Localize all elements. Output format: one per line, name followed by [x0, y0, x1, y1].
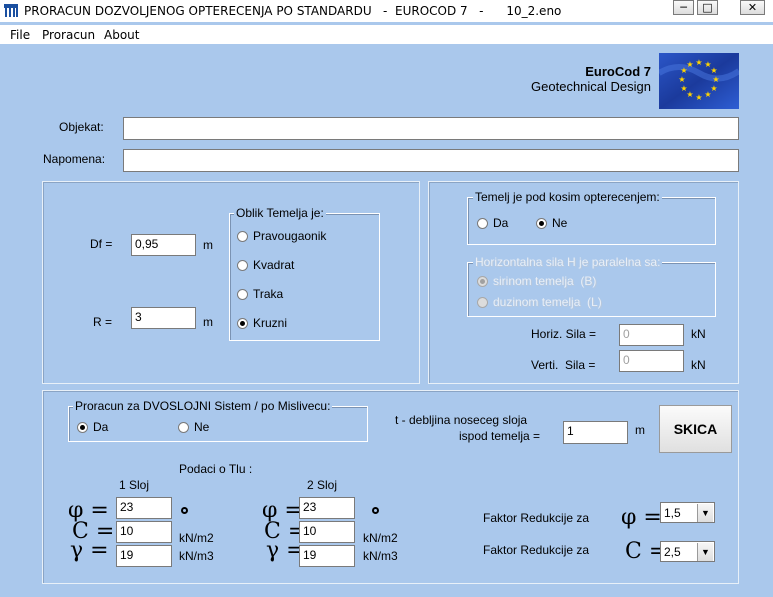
brand-title: EuroCod 7 — [585, 64, 651, 79]
vsila-label: Verti. Sila = — [531, 358, 596, 372]
title-bar: PRORACUN DOZVOLJENOG OPTERECENJA PO STAN… — [0, 0, 773, 22]
napomena-label: Napomena: — [43, 152, 106, 166]
svg-text:★: ★ — [712, 75, 719, 84]
dvosloj-radio-da[interactable] — [77, 422, 88, 433]
sloj1-gamma-input[interactable]: 19 — [116, 545, 172, 567]
r-input[interactable]: 3 — [131, 307, 196, 329]
faktor-c-select[interactable]: 2,5 ▼ — [660, 541, 715, 562]
sloj2-title: 2 Sloj — [307, 478, 338, 492]
vsila-input[interactable]: 0 — [619, 350, 684, 372]
horiz-radio-duzina[interactable] — [477, 297, 488, 308]
svg-text:★: ★ — [704, 90, 711, 99]
t-unit: m — [635, 423, 645, 437]
oblik-radio-kvadrat[interactable] — [237, 260, 248, 271]
svg-text:★: ★ — [678, 75, 685, 84]
skica-button[interactable]: SKICA — [659, 405, 732, 453]
window-title: PRORACUN DOZVOLJENOG OPTERECENJA PO STAN… — [24, 4, 562, 18]
t-input[interactable]: 1 — [563, 421, 628, 444]
svg-text:★: ★ — [695, 93, 702, 102]
faktor-phi-symbol: φ = — [621, 505, 662, 530]
application-window: PRORACUN DOZVOLJENOG OPTERECENJA PO STAN… — [0, 0, 773, 597]
app-icon — [4, 4, 18, 17]
vsila-unit: kN — [691, 358, 706, 372]
sloj1-c-input[interactable]: 10 — [116, 521, 172, 543]
svg-text:★: ★ — [686, 60, 693, 69]
menu-proracun[interactable]: Proracun — [42, 28, 95, 42]
chevron-down-icon[interactable]: ▼ — [697, 504, 713, 522]
brand-subtitle: Geotechnical Design — [531, 79, 651, 94]
df-input[interactable]: 0,95 — [131, 234, 196, 256]
eu-flag-logo: ★ ★★ ★★★ ★★★ ★★★ — [659, 53, 739, 109]
df-unit: m — [203, 238, 213, 252]
sloj1-title: 1 Sloj — [119, 478, 150, 492]
hsila-unit: kN — [691, 327, 706, 341]
sloj1-c-unit: kN/m2 — [179, 531, 214, 545]
sloj2-degree-icon — [372, 507, 379, 514]
faktor-c-value: 2,5 — [664, 545, 681, 559]
sloj2-c-input[interactable]: 10 — [299, 521, 355, 543]
minimize-button[interactable]: ─ — [673, 0, 694, 15]
kosi-caption: Temelj je pod kosim opterecenjem: — [473, 190, 662, 204]
dvosloj-radio-ne[interactable] — [178, 422, 189, 433]
oblik-label-kvadrat: Kvadrat — [253, 258, 295, 272]
r-unit: m — [203, 315, 213, 329]
oblik-radio-pravougaonik[interactable] — [237, 231, 248, 242]
sloj2-gamma-input[interactable]: 19 — [299, 545, 355, 567]
sloj2-phi-input[interactable]: 23 — [299, 497, 355, 519]
horiz-label-sirina: sirinom temelja (B) — [493, 274, 597, 288]
oblik-radio-traka[interactable] — [237, 289, 248, 300]
objekat-label: Objekat: — [59, 120, 104, 134]
napomena-input[interactable] — [123, 149, 739, 172]
sloj2-gamma-unit: kN/m3 — [363, 549, 398, 563]
oblik-label-traka: Traka — [253, 287, 284, 301]
objekat-input[interactable] — [123, 117, 739, 140]
menu-bar: File Proracun About — [0, 25, 773, 44]
brand-block: EuroCod 7 Geotechnical Design — [500, 64, 651, 94]
podaci-o-tlu-label: Podaci o Tlu : — [179, 462, 253, 476]
hsila-input[interactable]: 0 — [619, 324, 684, 346]
sloj1-degree-icon — [181, 507, 188, 514]
kosi-label-da: Da — [493, 216, 509, 230]
df-label: Df = — [90, 237, 113, 251]
kosi-radio-ne[interactable] — [536, 218, 547, 229]
r-label: R = — [93, 315, 113, 329]
kosi-label-ne: Ne — [552, 216, 568, 230]
sloj1-gamma-unit: kN/m3 — [179, 549, 214, 563]
svg-text:★: ★ — [710, 66, 717, 75]
dvosloj-label-ne: Ne — [194, 420, 210, 434]
horiz-label-duzina: duzinom temelja (L) — [493, 295, 602, 309]
close-button[interactable]: ✕ — [740, 0, 765, 15]
faktor-c-label: Faktor Redukcije za — [483, 543, 590, 557]
oblik-label-kruzni: Kruzni — [253, 316, 288, 330]
dvosloj-caption: Proracun za DVOSLOJNI Sistem / po Misliv… — [73, 399, 333, 413]
chevron-down-icon[interactable]: ▼ — [697, 543, 713, 561]
horizontal-force-caption: Horizontalna sila H je paralelna sa: — [473, 255, 663, 269]
oblik-radio-kruzni[interactable] — [237, 318, 248, 329]
hsila-label: Horiz. Sila = — [531, 327, 597, 341]
maximize-button[interactable]: □ — [697, 0, 718, 15]
t-label-line1: t - debljina noseceg sloja — [395, 413, 528, 427]
faktor-phi-value: 1,5 — [664, 506, 681, 520]
faktor-phi-label: Faktor Redukcije za — [483, 511, 590, 525]
menu-about[interactable]: About — [104, 28, 139, 42]
t-label-line2: ispod temelja = — [459, 429, 541, 443]
oblik-temelja-caption: Oblik Temelja je: — [234, 206, 326, 220]
svg-text:★: ★ — [680, 84, 687, 93]
oblik-label-pravougaonik: Pravougaonik — [253, 229, 327, 243]
svg-text:★: ★ — [695, 58, 702, 67]
kosi-radio-da[interactable] — [477, 218, 488, 229]
sloj1-phi-input[interactable]: 23 — [116, 497, 172, 519]
sloj1-gamma-symbol: γ = — [70, 538, 109, 563]
sloj2-c-unit: kN/m2 — [363, 531, 398, 545]
faktor-phi-select[interactable]: 1,5 ▼ — [660, 502, 715, 523]
dvosloj-label-da: Da — [93, 420, 109, 434]
horiz-radio-sirina[interactable] — [477, 276, 488, 287]
menu-file[interactable]: File — [10, 28, 30, 42]
